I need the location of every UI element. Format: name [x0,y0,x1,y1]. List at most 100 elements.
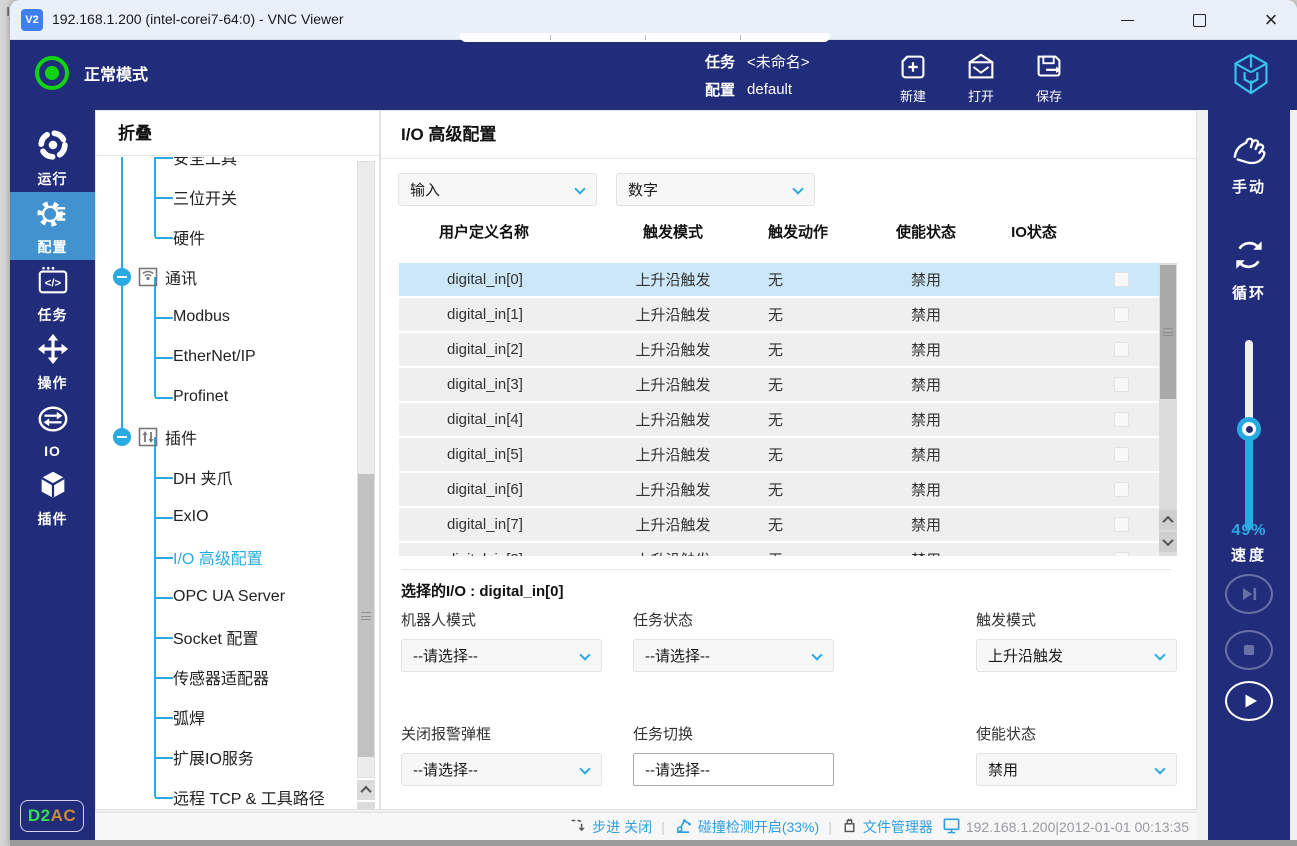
io-table-row[interactable]: digital_in[0]上升沿触发无禁用 [399,263,1159,296]
io-state-checkbox[interactable] [1114,482,1129,497]
cell-trigger: 上升沿触发 [578,479,768,500]
tree-item[interactable]: DH 夹爪 [96,457,379,497]
tree-item[interactable]: EtherNet/IP [96,337,379,377]
sidebar-item-config[interactable]: 配置 [10,192,95,260]
tree-item-label: 传感器适配器 [173,665,269,689]
speed-label: 速度 [1208,544,1290,565]
cell-action: 无 [768,269,868,290]
tree-item-label: 硬件 [173,225,205,249]
sidebar-item-run[interactable]: 运行 [10,124,95,192]
scroll-down-button[interactable] [1159,532,1177,552]
sidebar-item-operate[interactable]: 操作 [10,328,95,396]
io-table-row[interactable]: digital_in[7]上升沿触发无禁用 [399,508,1159,541]
io-state-checkbox[interactable] [1114,447,1129,462]
io-state-checkbox[interactable] [1114,377,1129,392]
tree-scrollbar[interactable] [357,161,375,778]
header-action-new[interactable]: 新建 [896,49,930,105]
tree-item-label: 扩展IO服务 [173,745,254,769]
io-table-row[interactable]: digital_in[1]上升沿触发无禁用 [399,298,1159,331]
collapse-all-button[interactable]: 折叠 [96,111,379,156]
tree-item[interactable]: I/O 高级配置 [96,537,379,577]
io-table-row[interactable]: digital_in[5]上升沿触发无禁用 [399,438,1159,471]
speed-slider[interactable] [1245,340,1253,530]
tree-item[interactable]: ExIO [96,497,379,537]
manual-mode-button[interactable]: 手动 [1208,134,1290,197]
header-action-label: 打开 [968,86,994,105]
operate-icon [36,332,70,371]
sidebar-item-label: 配置 [38,237,68,257]
io-table-row[interactable]: digital_in[2]上升沿触发无禁用 [399,333,1159,366]
scroll-up-button[interactable] [1159,510,1177,530]
collapse-badge-icon[interactable] [113,268,131,286]
scrollbar-thumb[interactable] [1160,265,1176,399]
header-action-save[interactable]: 保存 [1032,49,1066,105]
io-table-row[interactable]: digital_in[4]上升沿触发无禁用 [399,403,1159,436]
cycle-mode-button[interactable]: 循环 [1208,236,1290,303]
new-icon [896,49,930,85]
io-type-select[interactable]: 数字 [616,173,815,206]
io-state-checkbox[interactable] [1114,307,1129,322]
io-state-checkbox[interactable] [1114,552,1129,556]
io-table-row[interactable]: digital_in[6]上升沿触发无禁用 [399,473,1159,506]
cell-action: 无 [768,409,868,430]
sidebar-item-task[interactable]: </>任务 [10,260,95,328]
io-state-checkbox[interactable] [1114,272,1129,287]
enable-status-select[interactable]: 禁用 [976,753,1177,786]
close-button[interactable] [1259,8,1283,32]
left-nav: 运行配置 </>任务操作IO插件 D2AC [10,110,95,840]
robot-mode-field: 机器人模式--请选择-- [401,609,633,672]
field-value: --请选择-- [413,759,478,780]
scrollbar-thumb[interactable] [358,474,374,757]
tree-item[interactable]: 弧焊 [96,697,379,737]
sidebar-item-io[interactable]: IO [10,396,95,464]
tree-item[interactable]: Profinet [96,377,379,417]
vnc-toolbar-tab[interactable] [460,33,830,42]
task-switch-input[interactable]: --请选择-- [633,753,834,786]
chevron-down-icon [1154,649,1165,660]
tree-item[interactable]: 安全工具 [96,157,379,177]
column-header: 触发动作 [768,221,868,242]
step-forward-button[interactable] [1225,574,1273,614]
io-direction-select[interactable]: 输入 [398,173,597,206]
minimize-button[interactable] [1115,8,1139,32]
cycle-icon [1230,236,1268,279]
collapse-badge-icon[interactable] [113,428,131,446]
tree-item[interactable]: 扩展IO服务 [96,737,379,777]
tree-item[interactable]: Socket 配置 [96,617,379,657]
header-action-open[interactable]: 打开 [964,49,998,105]
tree-item[interactable]: OPC UA Server [96,577,379,617]
tree-item[interactable]: 远程 TCP & 工具路径 [96,777,379,809]
cell-name: digital_in[3] [447,376,578,393]
tree-item[interactable]: 传感器适配器 [96,657,379,697]
sidebar-item-plugin[interactable]: 插件 [10,464,95,532]
cell-enable: 禁用 [868,269,984,290]
stop-button[interactable] [1225,630,1273,670]
config-value: default [747,81,792,98]
slider-handle[interactable] [1237,417,1261,441]
maximize-button[interactable] [1187,8,1211,32]
scroll-up-button[interactable] [357,780,375,800]
tree-item[interactable]: 硬件 [96,217,379,257]
trigger-mode-select[interactable]: 上升沿触发 [976,639,1177,672]
play-button[interactable] [1225,681,1273,721]
close-alarm-popup-select[interactable]: --请选择-- [401,753,602,786]
task-status-select[interactable]: --请选择-- [633,639,834,672]
step-mode-status[interactable]: 步进 关闭 [569,816,652,837]
io-state-checkbox[interactable] [1114,342,1129,357]
enable-status-field: 使能状态禁用 [976,723,1177,786]
plugnode-icon [138,427,158,447]
collision-detection-status[interactable]: 碰撞检测开启(33%) [674,816,819,838]
file-manager-button[interactable]: 文件管理器 [841,817,933,837]
robot-mode-select[interactable]: --请选择-- [401,639,602,672]
io-state-checkbox[interactable] [1114,412,1129,427]
d2ac-logo: D2AC [20,800,84,832]
table-scrollbar[interactable] [1159,263,1177,556]
tree-item[interactable]: 插件 [96,417,379,457]
scroll-down-button[interactable] [357,802,375,810]
io-table-row[interactable]: digital_in[3]上升沿触发无禁用 [399,368,1159,401]
io-state-checkbox[interactable] [1114,517,1129,532]
tree-item[interactable]: 三位开关 [96,177,379,217]
io-table-row[interactable]: digital_in[8]上升沿触发无禁用 [399,543,1159,556]
tree-item[interactable]: 通讯 [96,257,379,297]
tree-item[interactable]: Modbus [96,297,379,337]
